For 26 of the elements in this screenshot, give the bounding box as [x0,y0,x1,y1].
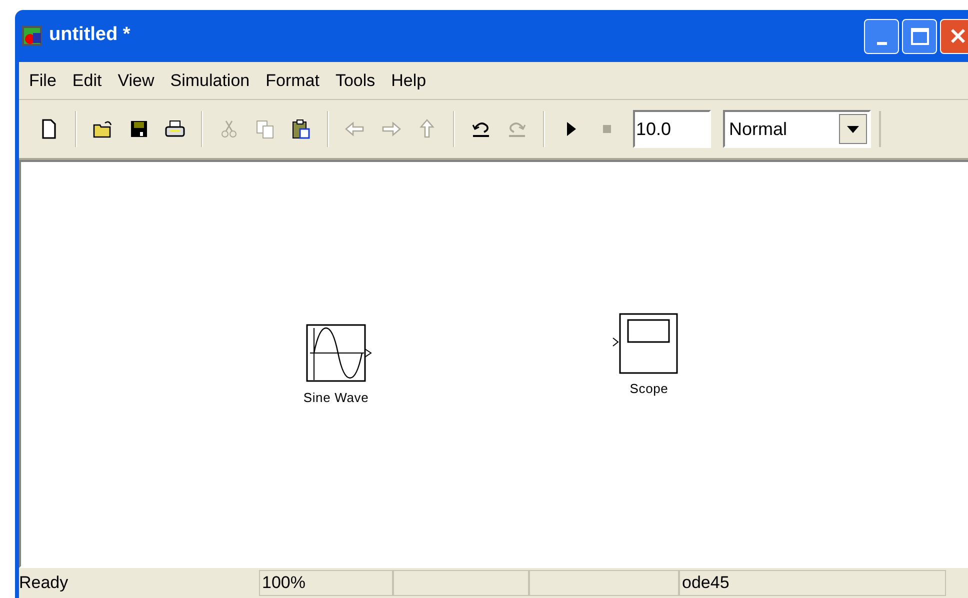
menu-item[interactable]: Edit [64,68,110,94]
copy-icon [254,118,276,140]
open-icon [92,118,114,140]
menu-item[interactable]: View [110,68,162,94]
stop-time-field[interactable]: 10.0 [633,110,711,148]
save-icon [128,118,150,140]
menu-item[interactable]: Help [383,68,434,94]
maximize-button[interactable] [902,18,937,54]
menu-item[interactable]: Simulation [162,68,258,94]
close-icon [948,27,966,45]
mode-dropdown[interactable]: Normal [723,110,871,148]
caret-icon [847,126,859,132]
window-title: untitled * [49,22,130,47]
status-pane: 100% [259,570,393,596]
block-label: Scope [630,380,668,398]
paste-icon [290,118,312,140]
close-button[interactable] [940,18,968,54]
status-pane: ode45 [679,570,946,596]
menu-item[interactable]: File [21,68,64,94]
minimize-button[interactable] [864,18,899,54]
status-pane: Ready [19,572,70,594]
menu-item[interactable]: Tools [327,68,384,94]
menu-item[interactable]: Format [258,68,328,94]
app-icon [21,25,43,47]
block-label: Sine Wave [303,389,369,407]
print-icon [164,118,186,140]
